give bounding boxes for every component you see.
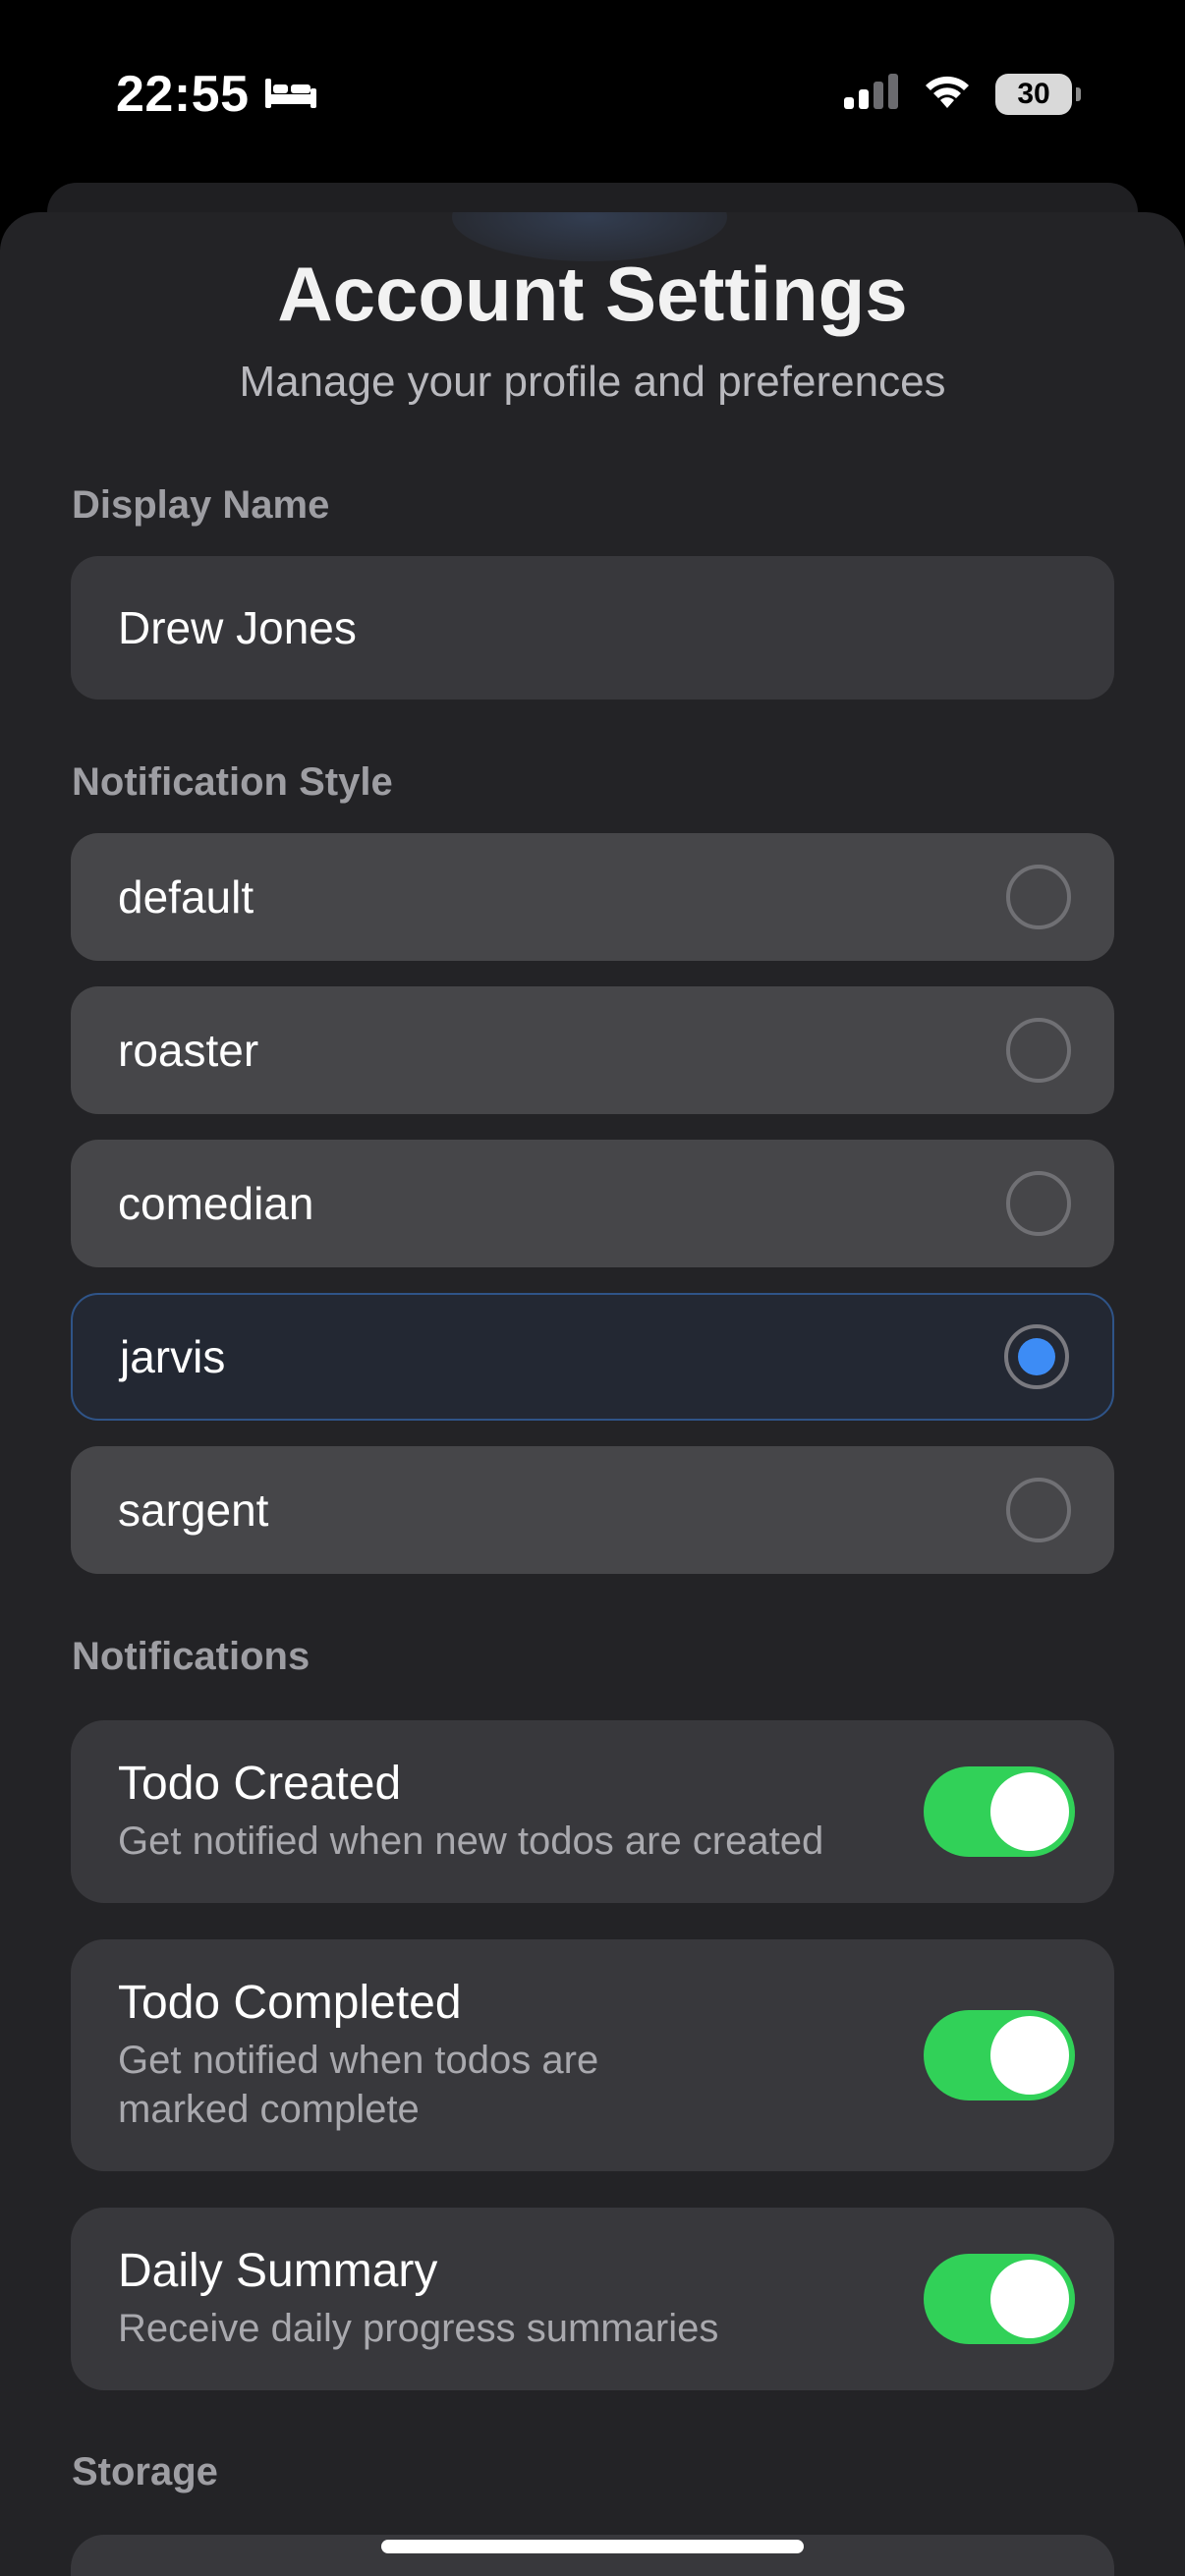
toggle-knob [990, 1772, 1069, 1851]
radio-button[interactable] [1006, 865, 1071, 929]
style-option-jarvis[interactable]: jarvis [71, 1293, 1114, 1421]
daily-summary-toggle[interactable] [924, 2254, 1075, 2344]
bed-icon [263, 75, 318, 115]
display-name-input[interactable]: Drew Jones [71, 556, 1114, 700]
style-option-sargent[interactable]: sargent [71, 1446, 1114, 1574]
description-line: Get notified when todos are [118, 2039, 599, 2082]
description-line: marked complete [118, 2088, 420, 2131]
home-indicator[interactable] [381, 2540, 804, 2553]
style-option-comedian[interactable]: comedian [71, 1140, 1114, 1267]
screen: 22:55 30 Account Settings Manage your pr… [0, 0, 1185, 2576]
daily-summary-title: Daily Summary [118, 2245, 438, 2297]
option-label: default [118, 871, 254, 923]
page-title: Account Settings [277, 251, 908, 337]
daily-summary-row: Daily Summary Receive daily progress sum… [71, 2208, 1114, 2390]
daily-summary-text: Daily Summary Receive daily progress sum… [118, 2243, 718, 2353]
status-icons: 30 [842, 73, 1081, 115]
radio-button[interactable] [1006, 1478, 1071, 1542]
toggle-knob [990, 2260, 1069, 2338]
option-label: roaster [118, 1025, 259, 1076]
notifications-label: Notifications [72, 1635, 310, 1678]
option-label: comedian [118, 1178, 314, 1229]
battery-cap [1076, 86, 1081, 101]
todo-created-row: Todo Created Get notified when new todos… [71, 1720, 1114, 1903]
cellular-signal-icon [842, 74, 899, 114]
todo-created-toggle[interactable] [924, 1766, 1075, 1857]
todo-created-description: Get notified when new todos are created [118, 1820, 824, 1863]
status-bar: 22:55 30 [0, 0, 1185, 187]
todo-completed-title: Todo Completed [118, 1977, 462, 2029]
option-label: sargent [118, 1484, 269, 1536]
radio-button[interactable] [1006, 1171, 1071, 1236]
battery-icon: 30 [995, 73, 1072, 115]
toggle-knob [990, 2016, 1069, 2095]
wifi-icon [921, 73, 974, 115]
option-label: jarvis [120, 1331, 226, 1382]
todo-completed-text: Todo Completed Get notified when todos a… [118, 1975, 598, 2134]
style-option-roaster[interactable]: roaster [71, 986, 1114, 1114]
radio-button-selected[interactable] [1004, 1324, 1069, 1389]
todo-completed-toggle[interactable] [924, 2010, 1075, 2100]
storage-label: Storage [72, 2450, 218, 2493]
daily-summary-description: Receive daily progress summaries [118, 2307, 719, 2350]
radio-button[interactable] [1006, 1018, 1071, 1083]
notification-style-label: Notification Style [72, 760, 393, 804]
settings-sheet[interactable]: Account Settings Manage your profile and… [0, 212, 1185, 2576]
todo-created-text: Todo Created Get notified when new todos… [118, 1756, 823, 1866]
status-time: 22:55 [116, 66, 250, 123]
todo-created-title: Todo Created [118, 1758, 402, 1810]
display-name-label: Display Name [72, 483, 330, 527]
radio-selected-dot [1018, 1338, 1055, 1375]
todo-completed-description: Get notified when todos are marked compl… [118, 2036, 598, 2134]
style-option-default[interactable]: default [71, 833, 1114, 961]
battery-percent: 30 [1017, 77, 1050, 110]
page-subtitle: Manage your profile and preferences [239, 358, 946, 406]
time-group: 22:55 [116, 65, 318, 124]
todo-completed-row: Todo Completed Get notified when todos a… [71, 1939, 1114, 2171]
